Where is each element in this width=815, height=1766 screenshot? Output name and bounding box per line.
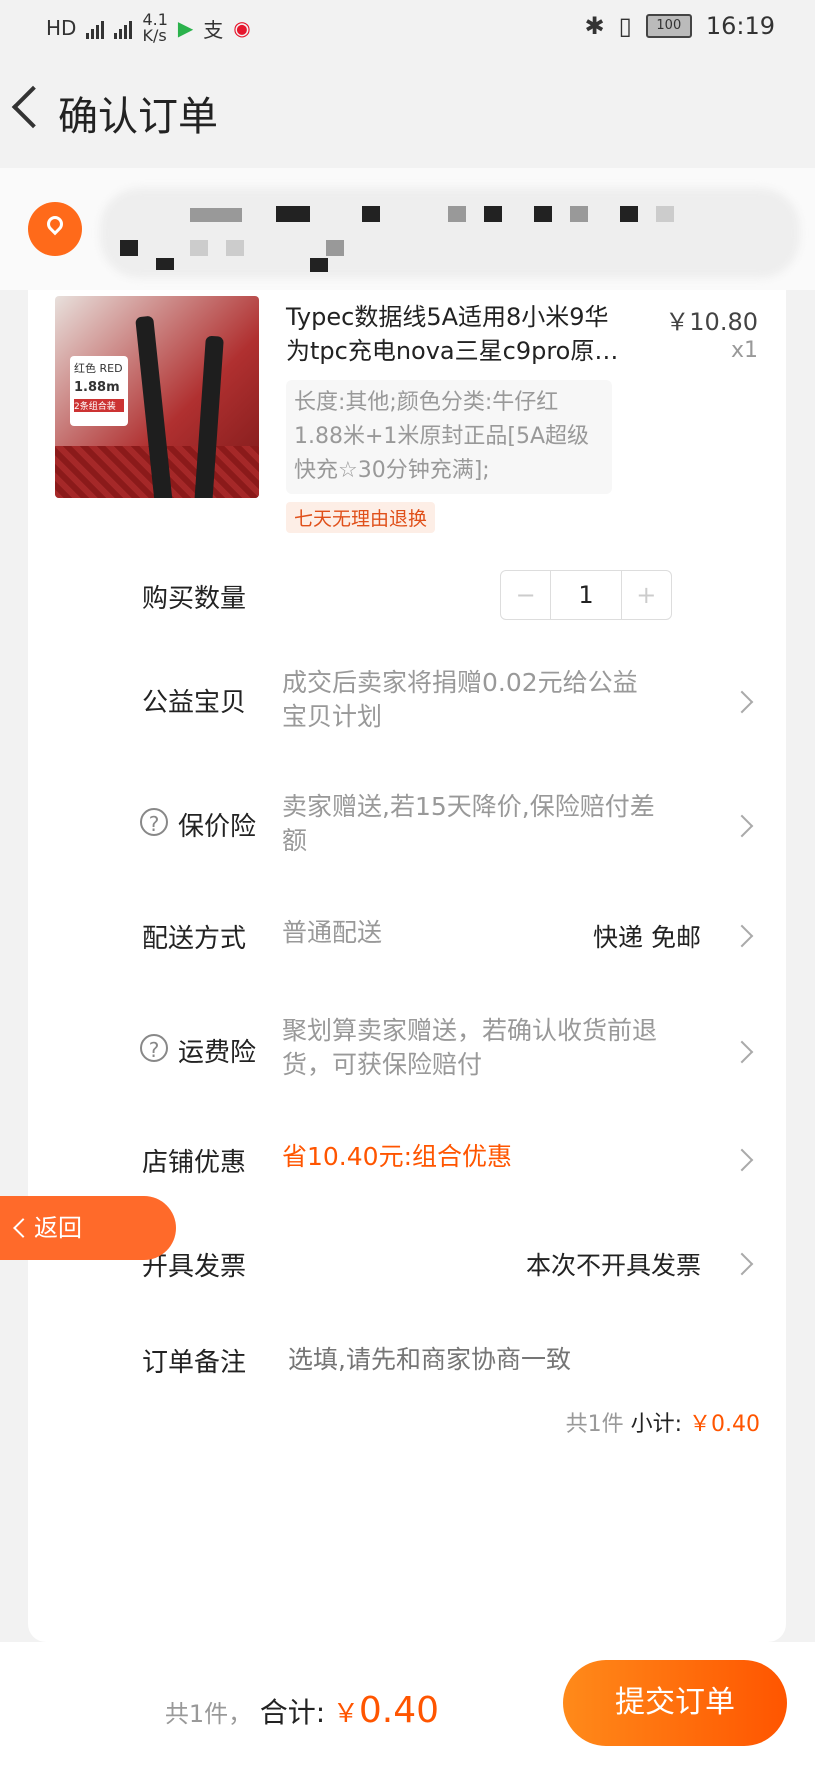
product-price: ￥10.80	[665, 308, 758, 336]
network-speed-unit: K/s	[142, 26, 167, 45]
chevron-right-icon	[730, 814, 754, 838]
shipping-insurance-value: 聚划算卖家赠送，若确认收货前退货，可获保险赔付	[282, 1016, 658, 1079]
chevron-right-icon	[730, 924, 754, 948]
battery-icon: 100	[645, 14, 692, 38]
total-label: 合计:	[259, 1696, 326, 1729]
signal-icon	[86, 17, 105, 39]
status-right: ✱ ▯ 100 16:19	[585, 12, 776, 40]
product-title[interactable]: Typec数据线5A适用8小米9华为tpc充电nova三星c9pro原…	[286, 300, 626, 368]
blurred-address	[100, 188, 800, 278]
quantity-stepper: − 1 +	[500, 570, 672, 620]
order-total: 共1件， 合计: ￥0.40	[165, 1690, 439, 1731]
address-bar[interactable]	[0, 168, 815, 290]
hd-icon: HD	[46, 16, 77, 40]
subtotal: 共1件 小计: ￥0.40	[566, 1406, 760, 1438]
shipping-insurance-row[interactable]: ? 运费险 聚划算卖家赠送，若确认收货前退货，可获保险赔付	[28, 1010, 786, 1090]
help-icon[interactable]: ?	[140, 808, 168, 836]
help-icon[interactable]: ?	[140, 1034, 168, 1062]
page-header: 确认订单	[0, 60, 815, 168]
order-card: 红色 RED 1.88m 2条组合装 Typec数据线5A适用8小米9华为tpc…	[28, 290, 786, 1642]
status-left: HD 4.1 K/s ▶ 支 ◉	[46, 12, 251, 44]
thumb-color-text: 红色 RED	[74, 362, 123, 375]
chevron-right-icon	[730, 1252, 754, 1276]
thumbnail-tag: 红色 RED 1.88m 2条组合装	[70, 356, 128, 426]
product-quantity: x1	[730, 338, 758, 363]
vibrate-icon: ▯	[618, 12, 632, 40]
quantity-label: 购买数量	[142, 584, 247, 614]
note-label: 订单备注	[142, 1348, 247, 1378]
back-chevron-icon[interactable]	[11, 85, 55, 129]
charity-row[interactable]: 公益宝贝 成交后卖家将捐赠0.02元给公益宝贝计划	[28, 666, 786, 746]
clock: 16:19	[705, 12, 775, 40]
subtotal-amount: ￥0.40	[689, 1412, 760, 1437]
product-sku: 长度:其他;颜色分类:牛仔红1.88米+1米原封正品[5A超级快充☆30分钟充满…	[286, 380, 612, 494]
refund-badge: 七天无理由退换	[286, 502, 436, 533]
weibo-icon: ◉	[233, 16, 251, 40]
note-input[interactable]	[286, 1338, 730, 1380]
subtotal-label: 小计:	[630, 1412, 682, 1437]
store-discount-value: 省10.40元:组合优惠	[282, 1142, 512, 1171]
shipping-insurance-label: 运费险	[178, 1038, 257, 1068]
bluetooth-icon: ✱	[584, 12, 605, 40]
store-discount-label: 店铺优惠	[142, 1148, 247, 1178]
thumb-length-text: 1.88m	[74, 380, 120, 395]
delivery-method: 快递 免邮	[593, 923, 701, 952]
chevron-right-icon	[730, 690, 754, 714]
total-currency: ￥	[332, 1699, 359, 1729]
increase-button[interactable]: +	[622, 571, 671, 619]
floating-back-button[interactable]: 返回	[0, 1196, 176, 1260]
page-title: 确认订单	[58, 94, 218, 140]
store-discount-row[interactable]: 店铺优惠 省10.40元:组合优惠	[28, 1138, 786, 1178]
video-app-icon: ▶	[177, 16, 194, 40]
thumb-pack-text: 2条组合装	[74, 399, 124, 412]
price-protect-value: 卖家赠送,若15天降价,保险赔付差额	[282, 792, 655, 855]
total-amount: 0.40	[358, 1690, 439, 1731]
quantity-row: 购买数量 − 1 +	[28, 570, 786, 620]
price-protect-row[interactable]: ? 保价险 卖家赠送,若15天降价,保险赔付差额	[28, 790, 786, 870]
delivery-row[interactable]: 配送方式 普通配送 快递 免邮	[28, 914, 786, 954]
chevron-right-icon	[730, 1040, 754, 1064]
alipay-icon: 支	[203, 17, 224, 42]
submit-order-button[interactable]: 提交订单	[563, 1660, 787, 1746]
signal-icon	[114, 17, 133, 39]
price-protect-label: 保价险	[178, 812, 257, 842]
product-thumbnail[interactable]: 红色 RED 1.88m 2条组合装	[55, 296, 259, 498]
charity-label: 公益宝贝	[142, 688, 247, 718]
charity-value: 成交后卖家将捐赠0.02元给公益宝贝计划	[282, 668, 638, 731]
network-speed: 4.1 K/s	[142, 12, 167, 44]
bottom-bar: 共1件， 合计: ￥0.40 提交订单	[0, 1642, 815, 1766]
total-count: 共1件，	[164, 1700, 253, 1728]
subtotal-count: 共1件	[565, 1412, 624, 1437]
decrease-button[interactable]: −	[501, 571, 550, 619]
location-pin-icon	[28, 202, 82, 256]
status-bar: HD 4.1 K/s ▶ 支 ◉ ✱ ▯ 100 16:19	[0, 0, 815, 60]
delivery-label: 配送方式	[142, 924, 247, 954]
delivery-value: 普通配送	[282, 918, 383, 947]
quantity-input[interactable]: 1	[550, 571, 622, 619]
note-row: 订单备注	[28, 1338, 786, 1380]
chevron-right-icon	[730, 1148, 754, 1172]
invoice-value: 本次不开具发票	[525, 1251, 701, 1280]
